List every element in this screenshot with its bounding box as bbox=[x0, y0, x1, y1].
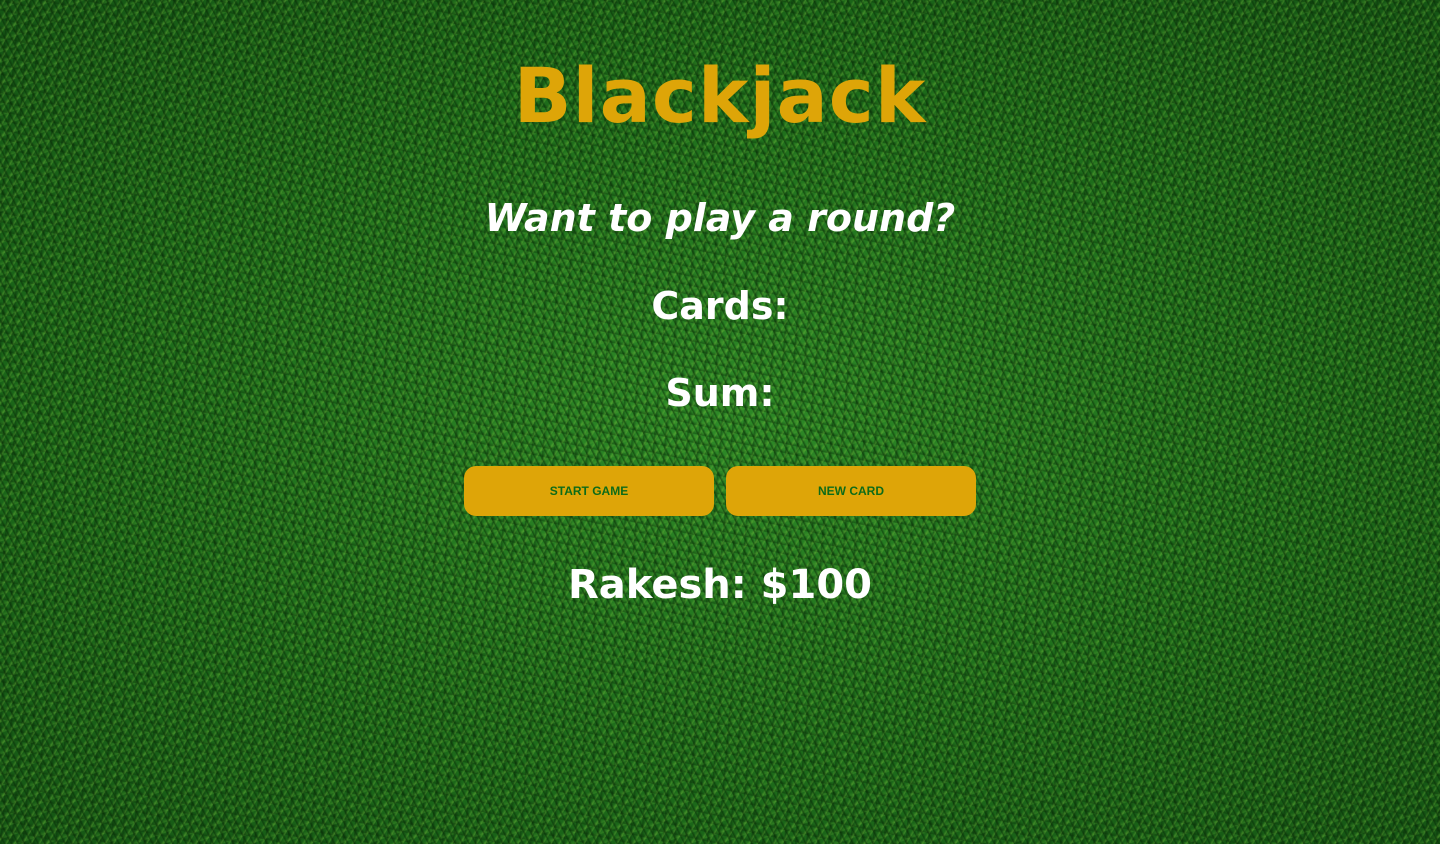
player-balance: Rakesh: $100 bbox=[568, 562, 872, 608]
game-title: Blackjack bbox=[513, 51, 927, 140]
game-board: Blackjack Want to play a round? Cards: S… bbox=[0, 0, 1440, 844]
sum-display: Sum: bbox=[665, 371, 775, 415]
start-game-button[interactable]: START GAME bbox=[464, 466, 714, 516]
new-card-button[interactable]: NEW CARD bbox=[726, 466, 976, 516]
message-text: Want to play a round? bbox=[484, 196, 956, 240]
cards-display: Cards: bbox=[651, 284, 789, 328]
